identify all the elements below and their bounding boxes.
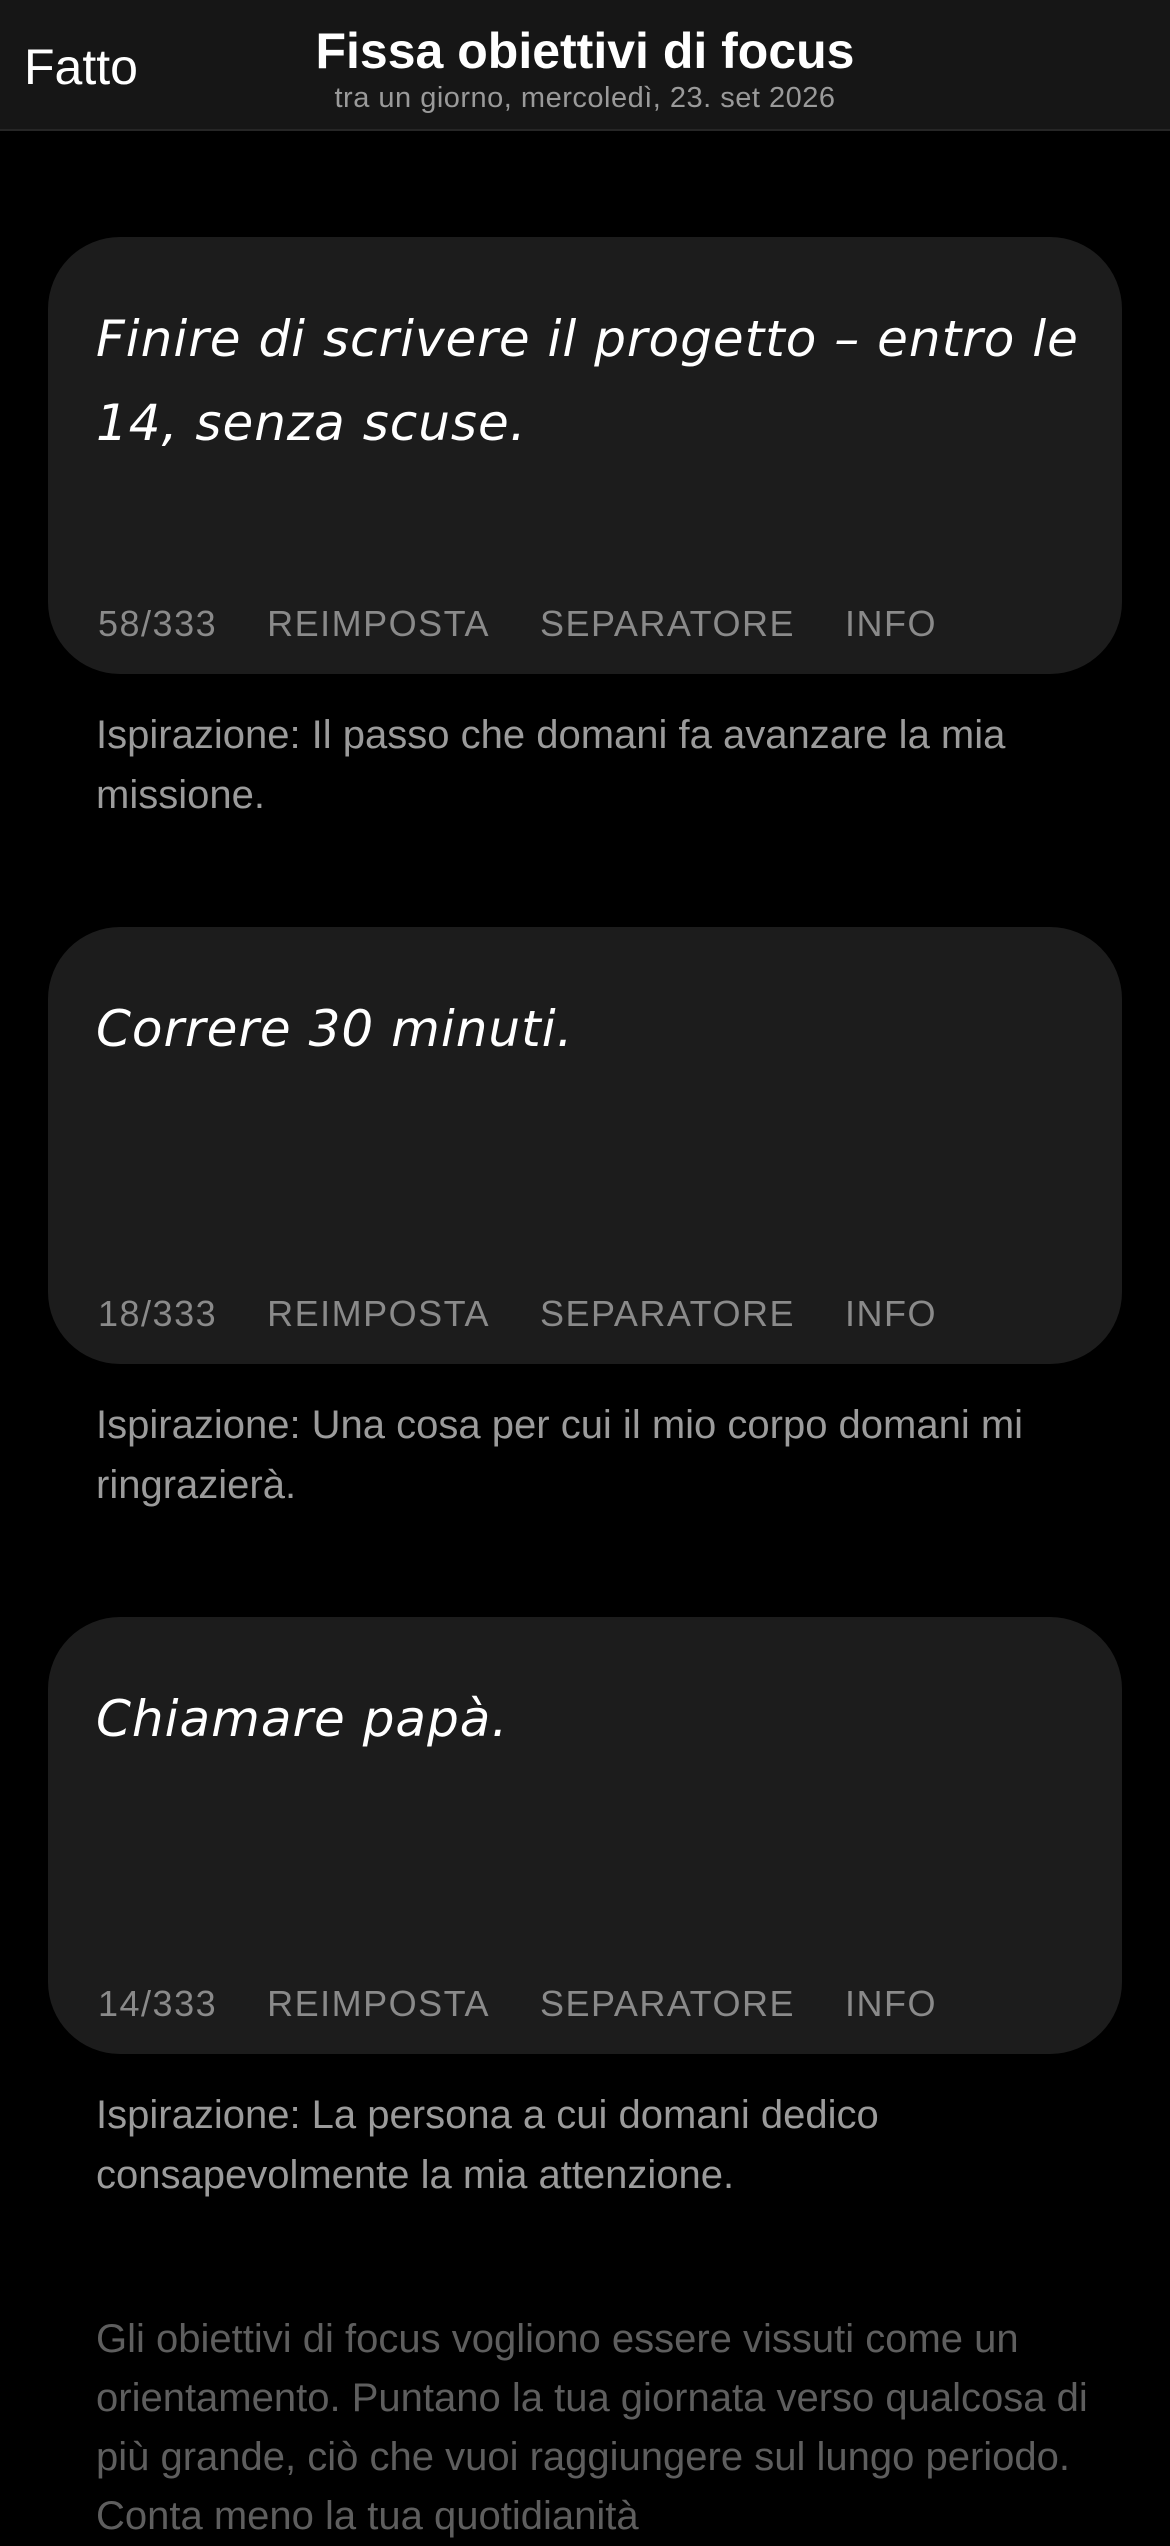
goal-card-2: Correre 30 minuti. 18/333 REIMPOSTA SEPA… [48,927,1122,1364]
character-counter: 14/333 [98,1983,218,2024]
reset-button[interactable]: REIMPOSTA [267,1983,490,2025]
separator-button[interactable]: SEPARATORE [540,1983,795,2025]
info-button[interactable]: INFO [845,603,937,645]
goal-card-3: Chiamare papà. 14/333 REIMPOSTA SEPARATO… [48,1617,1122,2054]
footer-explanation: Gli obiettivi di focus vogliono essere v… [96,2317,1088,2538]
goal-actions-1: 58/333 REIMPOSTA SEPARATORE INFO [98,603,987,645]
info-button[interactable]: INFO [845,1293,937,1335]
goal-text-input-1[interactable]: Finire di scrivere il progetto – entro l… [96,297,1086,465]
inspiration-text-2: Ispirazione: Una cosa per cui il mio cor… [96,1403,1024,1507]
separator-button[interactable]: SEPARATORE [540,1293,795,1335]
info-button[interactable]: INFO [845,1983,937,2025]
reset-button[interactable]: REIMPOSTA [267,1293,490,1335]
goal-card-1: Finire di scrivere il progetto – entro l… [48,237,1122,674]
page-title: Fissa obiettivi di focus [315,23,855,79]
goal-text-input-3[interactable]: Chiamare papà. [96,1677,1086,1761]
reset-button[interactable]: REIMPOSTA [267,603,490,645]
character-counter: 18/333 [98,1293,218,1334]
goal-actions-2: 18/333 REIMPOSTA SEPARATORE INFO [98,1293,987,1335]
inspiration-text-1: Ispirazione: Il passo che domani fa avan… [96,713,1006,817]
goal-text-input-2[interactable]: Correre 30 minuti. [96,987,1086,1071]
inspiration-text-3: Ispirazione: La persona a cui domani ded… [96,2093,879,2197]
navigation-bar: Fatto Fissa obiettivi di focus tra un gi… [0,0,1170,131]
separator-button[interactable]: SEPARATORE [540,603,795,645]
character-counter: 58/333 [98,603,218,644]
page-subtitle: tra un giorno, mercoledì, 23. set 2026 [334,82,836,114]
goal-actions-3: 14/333 REIMPOSTA SEPARATORE INFO [98,1983,987,2025]
